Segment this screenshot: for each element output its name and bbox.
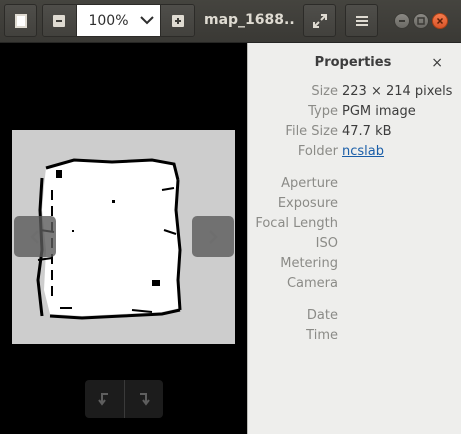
rotate-right-button[interactable]	[123, 380, 164, 418]
chevron-left-icon	[30, 229, 39, 244]
sidebar-toggle-icon	[14, 13, 27, 28]
properties-panel: Properties × Size 223 × 214 pixels Type …	[247, 43, 461, 434]
property-row-size: Size 223 × 214 pixels	[248, 84, 461, 104]
property-label: ISO	[315, 236, 338, 251]
property-label: Aperture	[281, 176, 338, 191]
rotate-left-button[interactable]	[85, 380, 124, 418]
property-row-focal-length: Focal Length	[248, 216, 461, 236]
sidebar-toggle-button[interactable]	[4, 4, 37, 37]
fullscreen-button[interactable]	[303, 4, 336, 37]
zoom-level-field[interactable]: 100%	[75, 5, 162, 36]
zoom-out-button[interactable]	[43, 5, 76, 36]
property-value: 47.7 kB	[342, 124, 392, 139]
minus-icon	[53, 14, 66, 27]
fullscreen-icon	[312, 13, 327, 28]
minimize-icon	[399, 20, 405, 22]
rotate-left-icon	[98, 393, 109, 406]
plus-icon	[171, 14, 184, 27]
property-label: File Size	[285, 124, 338, 139]
chevron-down-icon	[140, 16, 154, 25]
header-bar: 100% map_1688...	[0, 0, 461, 43]
property-row-folder: Folder ncslab	[248, 144, 461, 164]
property-value: PGM image	[342, 104, 416, 119]
zoom-dropdown-button[interactable]	[134, 16, 160, 25]
property-row-time: Time	[248, 328, 461, 348]
property-label: Size	[311, 84, 338, 99]
previous-image-button[interactable]	[14, 216, 56, 257]
property-label: Time	[306, 328, 338, 343]
property-value: 223 × 214 pixels	[342, 84, 453, 99]
property-row-metering: Metering	[248, 256, 461, 276]
hamburger-menu-icon	[355, 15, 368, 26]
close-icon	[436, 17, 444, 25]
maximize-button[interactable]	[413, 13, 429, 29]
property-label: Type	[308, 104, 338, 119]
maximize-icon	[417, 17, 425, 25]
next-image-button[interactable]	[192, 216, 234, 257]
property-label: Folder	[297, 144, 338, 159]
property-label: Camera	[286, 276, 338, 291]
property-row-file-size: File Size 47.7 kB	[248, 124, 461, 144]
chevron-right-icon	[209, 229, 218, 244]
rotate-right-icon	[139, 393, 150, 406]
window-title: map_1688...	[204, 12, 296, 28]
property-row-aperture: Aperture	[248, 176, 461, 196]
property-label: Date	[306, 308, 338, 323]
property-label: Focal Length	[255, 216, 338, 231]
rotate-controls	[85, 380, 163, 418]
menu-button[interactable]	[345, 4, 378, 37]
image-viewer[interactable]	[0, 43, 247, 434]
property-row-type: Type PGM image	[248, 104, 461, 124]
property-row-date: Date	[248, 308, 461, 328]
property-row-iso: ISO	[248, 236, 461, 256]
property-label: Metering	[280, 256, 338, 271]
property-row-camera: Camera	[248, 276, 461, 296]
property-row-exposure: Exposure	[248, 196, 461, 216]
properties-close-button[interactable]: ×	[431, 55, 443, 71]
zoom-in-button[interactable]	[161, 5, 194, 36]
folder-link[interactable]: ncslab	[342, 144, 384, 159]
minimize-button[interactable]	[394, 13, 410, 29]
close-window-button[interactable]	[432, 13, 448, 29]
zoom-control: 100%	[42, 4, 195, 37]
property-label: Exposure	[277, 196, 338, 211]
zoom-value[interactable]: 100%	[77, 13, 134, 29]
properties-title: Properties	[314, 55, 392, 70]
